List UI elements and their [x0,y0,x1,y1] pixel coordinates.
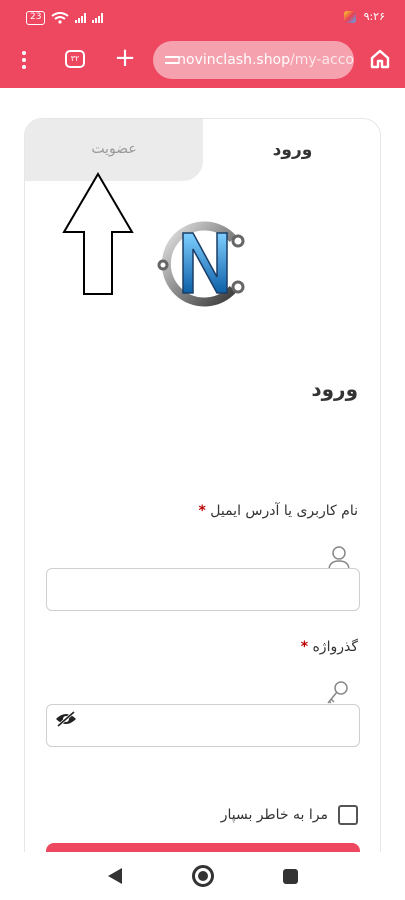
home-icon[interactable] [369,48,391,70]
password-input[interactable] [46,704,360,747]
url-row: ۳۲ + novinclash.shop/my-acco [0,40,405,80]
app-notification-icon [343,10,356,23]
status-right: ۹:۲۶ [343,10,385,23]
url-path: /my-acco [290,52,354,68]
wifi-icon [51,12,70,24]
tab-login[interactable]: ورود [203,119,380,181]
battery-indicator: 23 [26,11,46,25]
plus-icon[interactable]: + [114,45,136,71]
status-left: 23 [26,11,104,25]
menu-icon[interactable] [22,51,28,72]
browser-header: 23 ۹:۲۶ ۳۲ + novinclash.shop/my-acco [0,0,405,88]
password-label: گذرواژه * [301,639,358,655]
form-title: ورود [311,377,358,401]
nav-home-icon[interactable] [192,865,214,887]
back-icon[interactable] [106,866,124,886]
address-bar[interactable]: novinclash.shop/my-acco [153,41,354,79]
required-mark: * [198,503,206,519]
url-domain: novinclash.shop [177,52,291,68]
remember-checkbox[interactable] [338,805,358,825]
eye-off-icon[interactable] [55,711,77,727]
password-label-text: گذرواژه [312,639,358,655]
required-mark: * [300,639,309,655]
username-label: نام کاربری یا آدرس ایمیل * [198,503,358,519]
android-nav-bar [0,852,405,900]
signal-icon-2 [92,13,104,23]
username-input[interactable] [46,568,360,611]
remember-label: مرا به خاطر بسپار [220,807,328,823]
username-label-text: نام کاربری یا آدرس ایمیل [210,503,358,519]
status-bar: 23 ۹:۲۶ [0,0,405,36]
site-logo [157,221,245,307]
tune-icon[interactable] [165,53,180,67]
clock: ۹:۲۶ [363,10,385,23]
recents-icon[interactable] [283,869,298,884]
tabs-button[interactable]: ۳۲ [65,50,85,68]
signal-icon-1 [75,13,87,23]
key-icon [327,681,348,704]
up-arrow-annotation [62,172,134,295]
remember-me[interactable]: مرا به خاطر بسپار [221,805,358,825]
